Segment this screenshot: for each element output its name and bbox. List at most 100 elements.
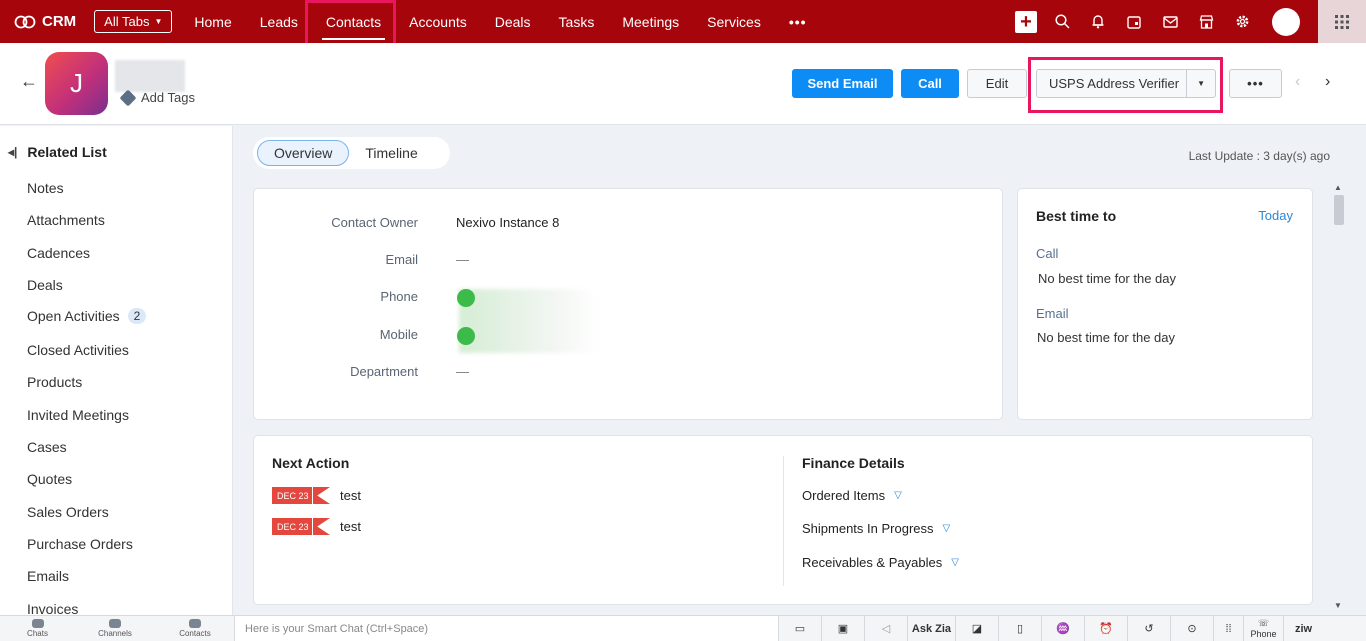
- contacts-button[interactable]: Contacts: [155, 616, 235, 641]
- ordered-items-toggle[interactable]: Ordered Items ▽: [802, 488, 902, 503]
- add-tags-link[interactable]: Add Tags: [119, 89, 195, 106]
- collapse-sidebar-icon[interactable]: ◂|: [8, 145, 17, 159]
- tab-overview[interactable]: Overview: [257, 140, 350, 166]
- sidebar-item-quotes[interactable]: Quotes: [27, 471, 72, 487]
- receivables-payables-toggle[interactable]: Receivables & Payables ▽: [802, 555, 959, 570]
- tab-home[interactable]: Home: [180, 0, 245, 43]
- mail-button[interactable]: [1152, 0, 1188, 43]
- scroll-up-icon[interactable]: ▲: [1334, 183, 1342, 192]
- previous-record-icon[interactable]: ‹: [1295, 73, 1300, 91]
- scroll-thumb[interactable]: [1334, 195, 1344, 225]
- shipments-in-progress-toggle[interactable]: Shipments In Progress ▽: [802, 521, 950, 536]
- channels-label: Channels: [98, 629, 132, 638]
- chats-label: Chats: [27, 629, 48, 638]
- field-label-contact-owner: Contact Owner: [331, 215, 418, 230]
- sidebar-item-sales-orders[interactable]: Sales Orders: [27, 504, 109, 520]
- more-actions-button[interactable]: •••: [1229, 69, 1282, 98]
- sidebar-item-open-activities[interactable]: Open Activities 2: [27, 308, 147, 324]
- sidebar-item-emails[interactable]: Emails: [27, 568, 69, 584]
- best-time-today-dropdown[interactable]: Today: [1258, 208, 1293, 223]
- call-button[interactable]: Call: [901, 69, 959, 98]
- store-icon: [1199, 14, 1213, 29]
- next-action-item[interactable]: DEC 23 test: [272, 518, 361, 535]
- alarm-icon[interactable]: ⏰: [1084, 616, 1127, 641]
- main-scrollbar[interactable]: ▲ ▼: [1330, 183, 1346, 615]
- screen-share-icon[interactable]: ▭: [778, 616, 821, 641]
- sidebar-item-invoices[interactable]: Invoices: [27, 601, 78, 615]
- chevron-down-icon: ▽: [894, 490, 902, 501]
- more-tabs-button[interactable]: •••: [775, 0, 821, 43]
- chats-button[interactable]: Chats: [0, 616, 75, 641]
- scroll-down-icon[interactable]: ▼: [1334, 601, 1342, 610]
- announcement-icon[interactable]: ◁: [864, 616, 907, 641]
- next-record-icon[interactable]: ›: [1325, 73, 1330, 91]
- ask-zia-button[interactable]: Ask Zia: [907, 616, 955, 641]
- tab-timeline[interactable]: Timeline: [349, 140, 433, 166]
- last-update-text: Last Update : 3 day(s) ago: [1188, 149, 1330, 163]
- next-action-text: test: [340, 519, 361, 534]
- tab-deals[interactable]: Deals: [481, 0, 545, 43]
- sidebar-item-deals[interactable]: Deals: [27, 277, 63, 293]
- contacts-icon: [189, 619, 201, 628]
- date-badge-text: DEC 23: [277, 490, 309, 501]
- all-tabs-dropdown[interactable]: All Tabs ▼: [94, 10, 173, 33]
- department-value[interactable]: —: [456, 364, 469, 379]
- send-email-button[interactable]: Send Email: [792, 69, 893, 98]
- best-time-title: Best time to: [1036, 208, 1117, 224]
- tab-meetings[interactable]: Meetings: [608, 0, 693, 43]
- chevron-down-icon: ▽: [942, 523, 951, 534]
- search-icon: [1054, 14, 1070, 29]
- tablet-icon[interactable]: ▯: [998, 616, 1041, 641]
- field-label-mobile: Mobile: [379, 327, 418, 342]
- sidebar-item-cadences[interactable]: Cadences: [27, 245, 90, 261]
- sidebar-item-purchase-orders[interactable]: Purchase Orders: [27, 536, 133, 552]
- crm-logo[interactable]: CRM: [14, 13, 76, 30]
- email-value[interactable]: —: [456, 252, 469, 267]
- brand-label: CRM: [42, 13, 77, 30]
- phone-button[interactable]: ☏ Phone: [1243, 616, 1283, 641]
- best-time-email-label: Email: [1036, 306, 1069, 321]
- next-action-text: test: [340, 488, 361, 503]
- sidebar-item-invited-meetings[interactable]: Invited Meetings: [27, 407, 129, 423]
- bottom-right-tools: ▭ ▣ ◁ Ask Zia ◪ ▯ ♒ ⏰ ↺ ⊙ ⁞⁞ ☏ Phone ziw: [778, 616, 1323, 641]
- sidebar-item-closed-activities[interactable]: Closed Activities: [27, 342, 129, 358]
- calendar-button[interactable]: [1116, 0, 1152, 43]
- search-button[interactable]: [1044, 0, 1080, 43]
- edit-button[interactable]: Edit: [967, 69, 1027, 98]
- channels-button[interactable]: Channels: [75, 616, 155, 641]
- field-label-department: Department: [350, 364, 418, 379]
- channels-icon: [109, 619, 121, 628]
- history-icon[interactable]: ↺: [1127, 616, 1170, 641]
- related-list-title: Related List: [27, 144, 107, 160]
- tab-leads[interactable]: Leads: [246, 0, 312, 43]
- smart-chat-input[interactable]: Here is your Smart Chat (Ctrl+Space): [234, 616, 778, 641]
- apps-grid-icon[interactable]: ⁞⁞: [1213, 616, 1243, 641]
- zia-insights-icon[interactable]: ◪: [955, 616, 998, 641]
- sidebar-item-products[interactable]: Products: [27, 374, 82, 390]
- zia-voice-icon[interactable]: ♒: [1041, 616, 1084, 641]
- accessibility-icon[interactable]: ⊙: [1170, 616, 1213, 641]
- field-label-email: Email: [385, 252, 418, 267]
- phone-label: Phone: [1250, 629, 1277, 639]
- notifications-button[interactable]: [1080, 0, 1116, 43]
- best-time-call-value: No best time for the day: [1038, 271, 1177, 286]
- mobile-status-dot: [457, 327, 475, 345]
- image-tool-icon[interactable]: ▣: [821, 616, 864, 641]
- settings-button[interactable]: [1224, 0, 1260, 43]
- tab-accounts[interactable]: Accounts: [395, 0, 481, 43]
- marketplace-button[interactable]: [1188, 0, 1224, 43]
- date-badge: DEC 23: [272, 518, 330, 535]
- field-label-phone: Phone: [380, 289, 418, 304]
- sidebar-item-cases[interactable]: Cases: [27, 439, 67, 455]
- zia-logo[interactable]: ziw: [1283, 616, 1323, 641]
- user-avatar[interactable]: [1272, 7, 1300, 36]
- back-arrow-icon[interactable]: ←: [20, 71, 38, 92]
- sidebar-item-attachments[interactable]: Attachments: [27, 212, 105, 228]
- contact-owner-value[interactable]: Nexivo Instance 8: [456, 215, 559, 230]
- tab-tasks[interactable]: Tasks: [545, 0, 609, 43]
- sidebar-item-notes[interactable]: Notes: [27, 180, 64, 196]
- tab-services[interactable]: Services: [693, 0, 775, 43]
- next-action-item[interactable]: DEC 23 test: [272, 487, 361, 504]
- app-launcher-button[interactable]: [1318, 0, 1366, 43]
- create-button[interactable]: +: [1008, 0, 1044, 43]
